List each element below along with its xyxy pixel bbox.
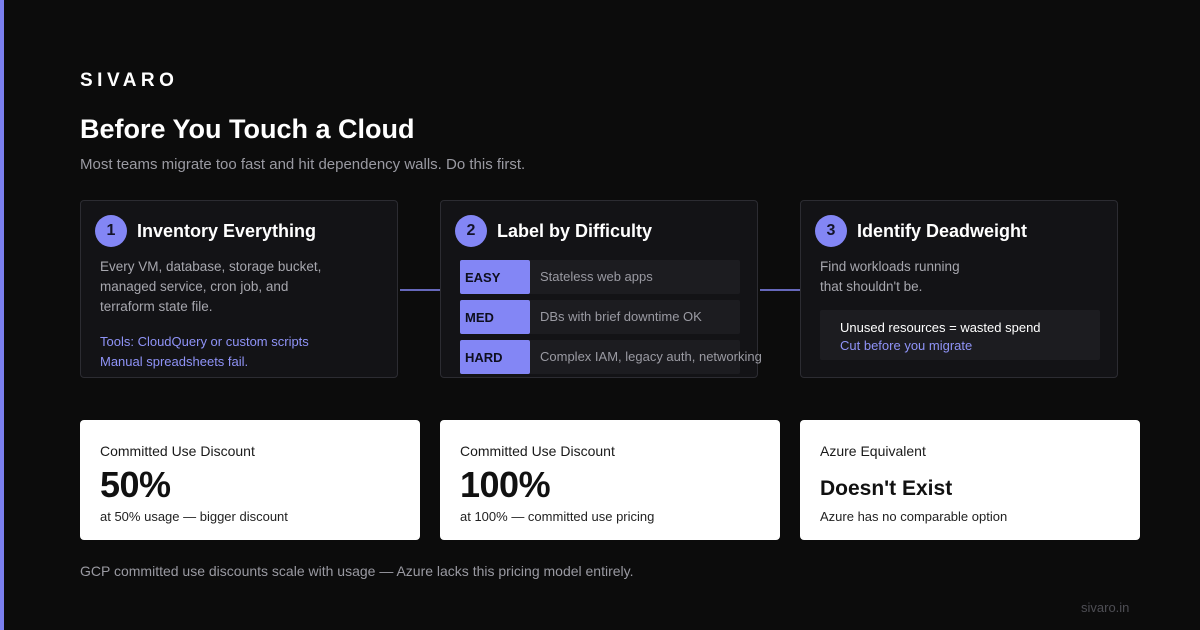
difficulty-row-med: MED DBs with brief downtime OK <box>460 300 740 334</box>
step-card-inventory: 1 Inventory Everything Every VM, databas… <box>80 200 398 378</box>
difficulty-label: DBs with brief downtime OK <box>540 309 702 324</box>
footnote: GCP committed use discounts scale with u… <box>80 563 634 579</box>
stat-card-100: Committed Use Discount 100% at 100% — co… <box>440 420 780 540</box>
step-card-deadweight: 3 Identify Deadweight Find workloads run… <box>800 200 1118 378</box>
difficulty-badge: HARD <box>460 340 530 374</box>
step-card-difficulty: 2 Label by Difficulty EASY Stateless web… <box>440 200 762 380</box>
difficulty-row-hard: HARD Complex IAM, legacy auth, networkin… <box>460 340 762 374</box>
site-url: sivaro.in <box>1081 600 1130 615</box>
step-title: Label by Difficulty <box>497 220 653 241</box>
step-title: Identify Deadweight <box>857 220 1028 241</box>
callout-text: Unused resources = wasted spend <box>840 320 1041 335</box>
difficulty-badge: EASY <box>460 260 530 294</box>
stat-caption: at 50% usage — bigger discount <box>100 509 288 524</box>
step-number: 2 <box>455 215 487 247</box>
stat-label: Committed Use Discount <box>100 443 255 459</box>
stat-caption: at 100% — committed use pricing <box>460 509 655 524</box>
stat-card-azure: Azure Equivalent Doesn't Exist Azure has… <box>800 420 1140 540</box>
difficulty-label: Stateless web apps <box>540 269 653 284</box>
step-description: Every VM, database, storage bucket, mana… <box>100 257 321 317</box>
step-title: Inventory Everything <box>137 220 317 241</box>
stat-value: 50% <box>100 464 171 505</box>
accent-bar <box>0 0 4 630</box>
step-description-line: that shouldn't be. <box>820 279 923 294</box>
callout-action: Cut before you migrate <box>840 338 973 353</box>
brand-logo: SIVARO <box>80 70 179 91</box>
step-number: 3 <box>815 215 847 247</box>
step-tools-note: Tools: CloudQuery or custom scripts Manu… <box>100 332 309 372</box>
stat-label: Committed Use Discount <box>460 443 615 459</box>
stat-label: Azure Equivalent <box>820 443 926 459</box>
step-description-line: terraform state file. <box>100 299 213 314</box>
page-subtitle: Most teams migrate too fast and hit depe… <box>80 156 526 173</box>
difficulty-label: Complex IAM, legacy auth, networking <box>540 349 762 364</box>
stat-caption: Azure has no comparable option <box>820 509 1008 524</box>
stat-card-50: Committed Use Discount 50% at 50% usage … <box>80 420 420 540</box>
difficulty-badge: MED <box>460 300 530 334</box>
step-header: 2 Label by Difficulty <box>455 215 652 247</box>
step-description-line: managed service, cron job, and <box>100 279 289 294</box>
deadweight-callout: Unused resources = wasted spend Cut befo… <box>820 310 1100 360</box>
tools-warning-line: Manual spreadsheets fail. <box>100 354 249 369</box>
stat-value: 100% <box>460 464 551 505</box>
tools-line: Tools: CloudQuery or custom scripts <box>100 334 309 349</box>
difficulty-row-easy: EASY Stateless web apps <box>460 260 740 294</box>
step-number: 1 <box>95 215 127 247</box>
stat-value: Doesn't Exist <box>820 477 953 500</box>
step-description-line: Find workloads running <box>820 259 960 274</box>
step-header: 1 Inventory Everything <box>95 215 316 247</box>
step-description: Find workloads running that shouldn't be… <box>820 257 960 297</box>
page-title: Before You Touch a Cloud <box>80 114 415 144</box>
difficulty-list: EASY Stateless web apps MED DBs with bri… <box>460 260 762 380</box>
step-header: 3 Identify Deadweight <box>815 215 1027 247</box>
step-description-line: Every VM, database, storage bucket, <box>100 259 322 274</box>
